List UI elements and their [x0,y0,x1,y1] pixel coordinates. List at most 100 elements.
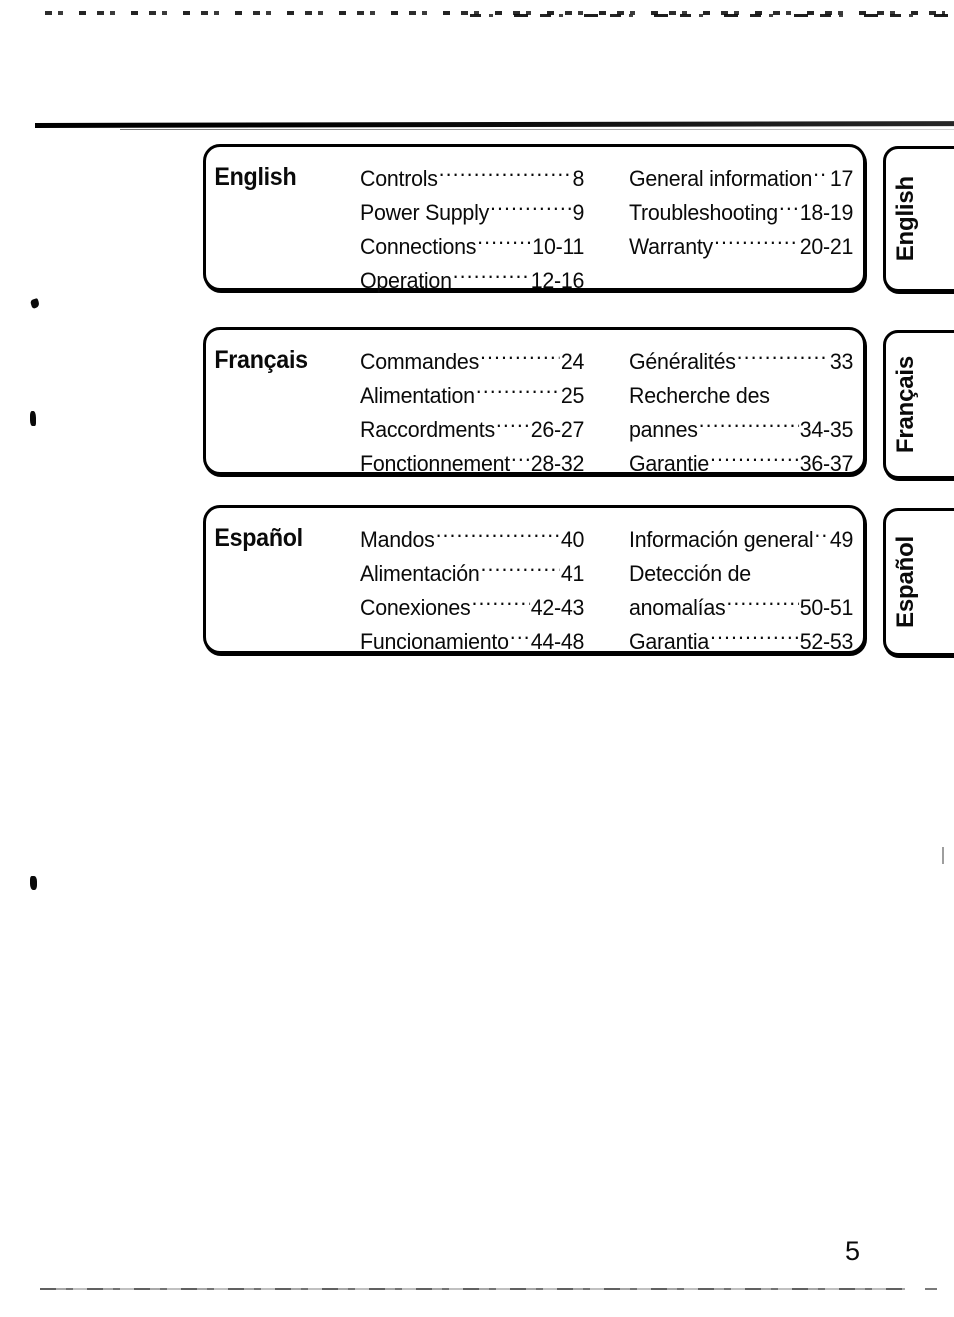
toc-dot-leader [814,525,829,548]
toc-entry[interactable]: pannes 34-35 [629,413,853,447]
toc-dot-leader [779,198,799,221]
toc-entry[interactable]: anomalías 50-51 [629,591,853,625]
toc-entry-label: Operation [360,268,452,293]
side-tab-english[interactable]: English [883,146,954,292]
toc-entry-page: 28-32 [530,451,585,476]
side-tab-espanol[interactable]: Español [883,508,954,656]
toc-column-right-francais: Généralités 33 Recherche des pannes 34-35 Gar… [629,345,865,481]
toc-card-espanol: Español Mandos 40 Alimentación 41 Conexiones… [203,505,866,654]
side-tab-espanol-text: Español [886,511,954,653]
toc-entry-page: 8 [572,166,585,191]
language-heading-english: English [214,163,297,191]
toc-entry-page: 26-27 [530,417,585,442]
toc-entry[interactable]: Raccordments 26-27 [360,413,584,447]
toc-entry-page: 33 [829,349,854,374]
toc-entry-page: 10-11 [532,234,585,259]
toc-dot-leader [439,164,572,187]
footer-rule [40,1288,905,1290]
toc-entry-page: 50-51 [799,595,854,620]
page-number: 5 [845,1236,861,1266]
toc-entry-label: Alimentation [360,383,475,408]
toc-entry[interactable]: Alimentation 25 [360,379,584,413]
toc-entry[interactable]: Funcionamiento 44-48 [360,625,584,659]
toc-entry[interactable]: Detección de [629,557,853,591]
toc-entry-label: Detección de [629,561,751,586]
header-rule-hairline [120,129,954,130]
toc-column-left-english: Controls 8 Power Supply 9 Connections 10-11 Op… [360,162,596,298]
toc-entry-label: Power Supply [360,200,490,225]
toc-entry-label: Conexiones [360,595,471,620]
toc-entry-label: Garantie [629,451,710,476]
toc-entry[interactable]: Información general 49 [629,523,853,557]
toc-entry[interactable]: Mandos 40 [360,523,584,557]
toc-entry-label: Alimentación [360,561,480,586]
toc-entry[interactable]: General information 17 [629,162,853,196]
toc-entry-label: General information [629,166,813,191]
toc-entry[interactable]: Controls 8 [360,162,584,196]
toc-entry[interactable]: Recherche des [629,379,853,413]
toc-entry-label: Connections [360,234,477,259]
toc-dot-leader [699,415,799,438]
toc-entry-label: anomalías [629,595,726,620]
toc-dot-leader [726,593,798,616]
toc-entry-page: 18-19 [799,200,854,225]
toc-entry[interactable]: Power Supply 9 [360,196,584,230]
toc-columns-francais: Commandes 24 Alimentation 25 Raccordments 26-… [360,345,875,481]
toc-entry-page: 44-48 [530,629,585,654]
toc-entry-page: 20-21 [799,234,854,259]
toc-entry-page: 17 [829,166,854,191]
toc-entry-page: 49 [829,527,854,552]
toc-entry-label: Warranty [629,234,714,259]
toc-dot-leader [471,593,529,616]
toc-card-english: English Controls 8 Power Supply 9 Connection… [203,144,866,293]
toc-dot-leader [714,232,799,255]
toc-entry[interactable]: Garantie 36-37 [629,447,853,481]
toc-dot-leader [453,266,530,289]
toc-entry-label: Controls [360,166,438,191]
toc-entry[interactable]: Garantia 52-53 [629,625,853,659]
toc-column-left-espanol: Mandos 40 Alimentación 41 Conexiones 42-43 Fun… [360,523,596,659]
toc-entry[interactable]: Généralités 33 [629,345,853,379]
toc-entry-label: Fonctionnement [360,451,510,476]
toc-entry[interactable]: Operation 12-16 [360,264,584,298]
toc-column-right-espanol: Información general 49 Detección de anomalí… [629,523,865,659]
toc-entry-page: 34-35 [799,417,854,442]
toc-entry-label: Garantia [629,629,710,654]
toc-entry-label: Mandos [360,527,435,552]
side-tab-english-text: English [886,149,954,289]
toc-dot-leader [710,627,799,650]
toc-entry[interactable]: Connections 10-11 [360,230,584,264]
side-tab-francais-label: Français [892,355,919,454]
scan-artifact-margin-speck [30,876,37,890]
toc-column-left-francais: Commandes 24 Alimentation 25 Raccordments 26-… [360,345,596,481]
toc-entry-label: Recherche des [629,383,770,408]
toc-entry-page: 52-53 [799,629,854,654]
toc-entry[interactable]: Warranty 20-21 [629,230,853,264]
toc-entry[interactable]: Troubleshooting 18-19 [629,196,853,230]
toc-dot-leader [511,449,530,472]
toc-entry-label: Généralités [629,349,736,374]
toc-entry-label: Funcionamiento [360,629,509,654]
toc-dot-leader [510,627,530,650]
toc-entry[interactable]: Conexiones 42-43 [360,591,584,625]
toc-entry-label: Troubleshooting [629,200,778,225]
toc-dot-leader [752,559,852,582]
toc-entry[interactable]: Fonctionnement 28-32 [360,447,584,481]
toc-entry[interactable]: Commandes 24 [360,345,584,379]
toc-entry-label: Información general [629,527,814,552]
toc-entry-page: 9 [572,200,585,225]
toc-entry-label: Commandes [360,349,480,374]
toc-entry-label: Raccordments [360,417,495,442]
toc-entry-label: pannes [629,417,698,442]
toc-card-francais: Français Commandes 24 Alimentation 25 Raccor… [203,327,866,476]
toc-dot-leader [436,525,560,548]
toc-dot-leader [490,198,572,221]
side-tab-francais[interactable]: Français [883,330,954,479]
toc-dot-leader [480,347,560,370]
toc-entry-page: 42-43 [530,595,585,620]
toc-entry[interactable]: Alimentación 41 [360,557,584,591]
toc-columns-espanol: Mandos 40 Alimentación 41 Conexiones 42-43 Fun… [360,523,875,659]
toc-columns-english: Controls 8 Power Supply 9 Connections 10-11 Op… [360,162,875,298]
toc-dot-leader [496,415,530,438]
side-tab-espanol-label: Español [892,536,919,628]
